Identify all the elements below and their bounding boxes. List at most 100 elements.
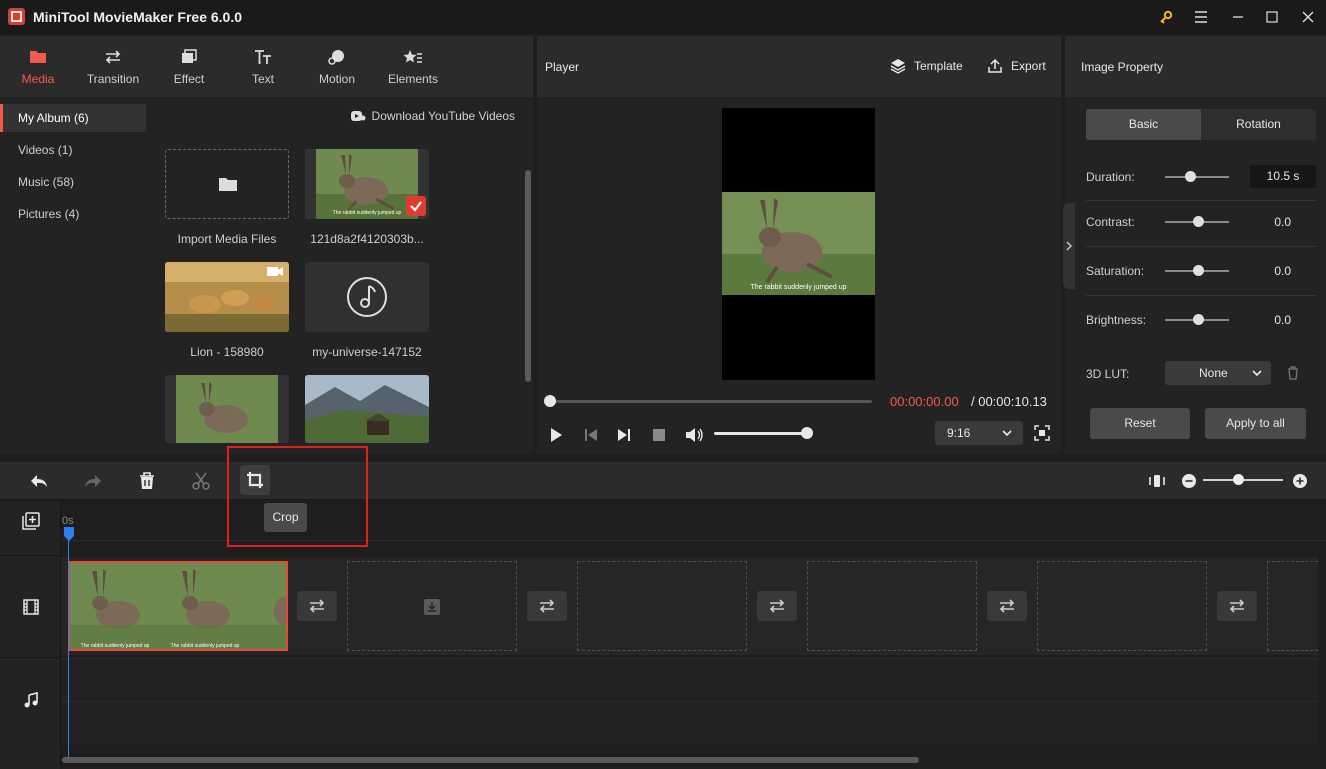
volume-slider[interactable] xyxy=(714,432,806,435)
zoom-in-icon[interactable] xyxy=(1292,473,1308,489)
video-camera-icon xyxy=(267,266,283,277)
delete-button[interactable] xyxy=(137,471,157,491)
media-thumb-rabbit-2[interactable] xyxy=(165,375,289,443)
fit-timeline-icon[interactable] xyxy=(1148,472,1166,490)
app-logo-icon xyxy=(8,8,25,25)
media-thumb-landscape[interactable] xyxy=(305,375,429,443)
empty-clip-slot[interactable] xyxy=(577,561,747,651)
tab-rotation[interactable]: Rotation xyxy=(1201,109,1316,140)
lut-label: 3D LUT: xyxy=(1086,367,1130,381)
reset-button[interactable]: Reset xyxy=(1090,408,1190,439)
empty-clip-slot[interactable] xyxy=(347,561,517,651)
export-button[interactable]: Export xyxy=(987,58,1046,74)
duration-input[interactable]: 10.5 s xyxy=(1250,165,1316,188)
progress-bar[interactable] xyxy=(550,400,872,403)
timeline-scrollbar[interactable] xyxy=(62,757,919,763)
media-label-music: my-universe-147152 xyxy=(312,345,422,359)
media-panel: Media Transition Effect Text Motion Elem… xyxy=(0,36,533,454)
app-title: MiniTool MovieMaker Free 6.0.0 xyxy=(33,9,243,25)
transition-slot[interactable] xyxy=(757,591,797,621)
track-header-column xyxy=(0,501,61,769)
empty-clip-slot[interactable] xyxy=(807,561,977,651)
transition-slot[interactable] xyxy=(987,591,1027,621)
lut-value: None xyxy=(1199,366,1228,380)
next-frame-button[interactable] xyxy=(615,426,633,444)
lut-select[interactable]: None xyxy=(1165,361,1271,385)
download-youtube-link[interactable]: Download YouTube Videos xyxy=(350,109,515,123)
tab-text[interactable]: Text xyxy=(226,36,300,99)
duration-knob[interactable] xyxy=(1185,171,1196,182)
media-thumb-music[interactable] xyxy=(305,262,429,332)
tab-elements[interactable]: Elements xyxy=(376,36,450,99)
thumb-caption: The rabbit suddenly jumped up xyxy=(332,210,402,216)
zoom-knob[interactable] xyxy=(1233,474,1244,485)
text-icon xyxy=(253,48,273,66)
duration-slider[interactable] xyxy=(1165,176,1229,178)
transition-slot[interactable] xyxy=(297,591,337,621)
previous-frame-button[interactable] xyxy=(582,426,600,444)
media-scrollbar[interactable] xyxy=(525,170,531,382)
playhead-handle[interactable] xyxy=(63,526,75,542)
tab-basic[interactable]: Basic xyxy=(1086,109,1201,140)
split-scissors-button[interactable] xyxy=(191,471,211,491)
brightness-knob[interactable] xyxy=(1193,314,1204,325)
maximize-button[interactable] xyxy=(1262,7,1282,27)
transition-arrows-icon xyxy=(769,599,785,613)
volume-knob[interactable] xyxy=(801,427,813,439)
zoom-out-icon[interactable] xyxy=(1181,473,1197,489)
album-item-my-album[interactable]: My Album (6) xyxy=(0,104,146,132)
property-tabs: Basic Rotation xyxy=(1086,109,1316,140)
clip-caption-2: The rabbit suddenly jumped up xyxy=(170,643,240,649)
transition-slot[interactable] xyxy=(527,591,567,621)
play-button[interactable] xyxy=(547,426,565,444)
aspect-ratio-select[interactable]: 9:16 xyxy=(935,421,1023,445)
close-button[interactable] xyxy=(1298,7,1318,27)
empty-clip-slot[interactable] xyxy=(1267,561,1318,651)
current-time: 00:00:00.00 xyxy=(890,394,959,409)
saturation-knob[interactable] xyxy=(1193,265,1204,276)
tab-media[interactable]: Media xyxy=(1,36,75,99)
media-thumb-rabbit[interactable]: The rabbit suddenly jumped up xyxy=(305,149,429,219)
tab-motion[interactable]: Motion xyxy=(300,36,374,99)
tab-transition[interactable]: Transition xyxy=(76,36,150,99)
export-label: Export xyxy=(1011,59,1046,73)
contrast-label: Contrast: xyxy=(1086,215,1135,229)
property-header: Image Property xyxy=(1065,36,1326,99)
minimize-button[interactable] xyxy=(1228,7,1248,27)
folder-icon xyxy=(218,175,238,193)
transition-slot[interactable] xyxy=(1217,591,1257,621)
apply-to-all-button[interactable]: Apply to all xyxy=(1205,408,1306,439)
album-item-pictures[interactable]: Pictures (4) xyxy=(0,200,146,228)
collapse-panel-handle[interactable] xyxy=(1063,203,1075,289)
preview-caption: The rabbit suddenly jumped up xyxy=(750,284,847,291)
empty-clip-slot[interactable] xyxy=(1037,561,1207,651)
redo-button[interactable] xyxy=(83,471,103,491)
undo-button[interactable] xyxy=(29,471,49,491)
stop-button[interactable] xyxy=(650,426,668,444)
tab-effect[interactable]: Effect xyxy=(152,36,226,99)
album-item-music[interactable]: Music (58) xyxy=(0,168,146,196)
fullscreen-icon[interactable] xyxy=(1034,425,1050,441)
volume-icon[interactable] xyxy=(684,426,703,444)
media-thumb-lion[interactable] xyxy=(165,262,289,332)
album-list: My Album (6) Videos (1) Music (58) Pictu… xyxy=(0,100,146,454)
timeline-toolbar xyxy=(0,462,1326,500)
chevron-right-icon xyxy=(1066,241,1072,251)
template-button[interactable]: Template xyxy=(890,58,963,74)
progress-knob[interactable] xyxy=(544,395,556,407)
import-media-tile[interactable] xyxy=(165,149,289,219)
audio-track[interactable] xyxy=(61,658,1318,744)
tab-text-label: Text xyxy=(251,72,274,86)
add-track-icon[interactable] xyxy=(22,512,40,530)
video-track: The rabbit suddenly jumped up The rabbit… xyxy=(61,557,1318,655)
album-item-videos[interactable]: Videos (1) xyxy=(0,136,146,164)
contrast-knob[interactable] xyxy=(1193,216,1204,227)
import-media-label: Import Media Files xyxy=(177,232,277,246)
menu-icon[interactable] xyxy=(1191,7,1211,27)
track-divider xyxy=(0,657,61,658)
timeline-clip-rabbit[interactable]: The rabbit suddenly jumped up The rabbit… xyxy=(68,561,288,651)
drop-here-icon xyxy=(424,599,440,615)
media-grid: Download YouTube Videos Import Media Fil… xyxy=(146,100,533,454)
key-icon[interactable] xyxy=(1156,7,1176,27)
trash-icon[interactable] xyxy=(1286,366,1300,380)
